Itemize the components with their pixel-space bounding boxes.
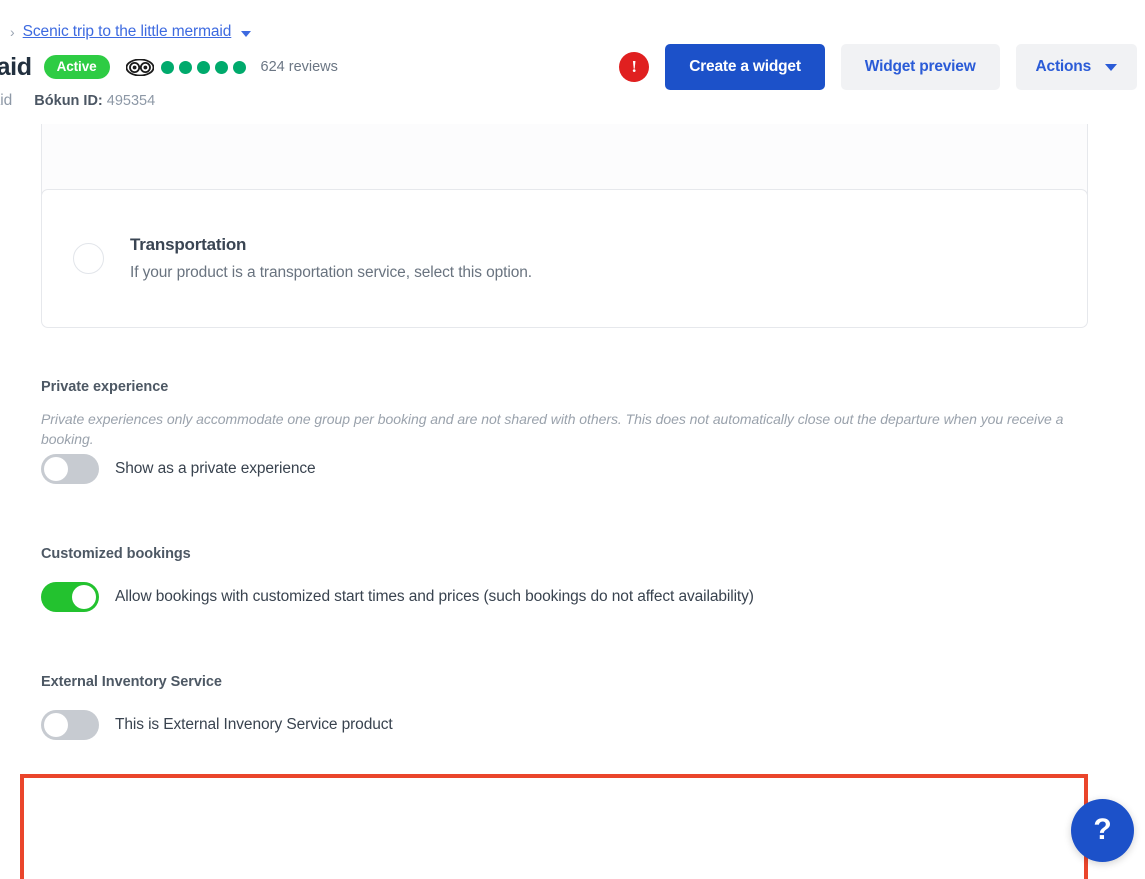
rating-dot <box>232 60 246 74</box>
actions-button[interactable]: Actions <box>1015 44 1137 90</box>
transportation-description: If your product is a transportation serv… <box>130 264 532 281</box>
review-count: 624 reviews <box>260 59 338 75</box>
supplier-name: Mermaid <box>0 92 13 109</box>
rating-dot <box>214 60 228 74</box>
external-inventory-service-label: External Inventory Service <box>41 674 222 690</box>
transportation-title: Transportation <box>130 235 247 254</box>
toggle-knob <box>44 713 68 737</box>
page-title: ermaid <box>0 52 32 81</box>
actions-button-label: Actions <box>1035 58 1092 75</box>
page-header: › Scenic trip to the little mermaid erma… <box>0 0 1145 124</box>
title-row: ermaid Active 624 reviews <box>0 50 338 84</box>
external-inventory-service-toggle-label: This is External Invenory Service produc… <box>115 716 393 733</box>
customized-bookings-label: Customized bookings <box>41 546 191 562</box>
question-mark-icon: ? <box>1093 812 1112 846</box>
rating-dot <box>160 60 174 74</box>
customized-bookings-toggle[interactable] <box>41 582 99 612</box>
breadcrumb-product-link[interactable]: Scenic trip to the little mermaid <box>23 23 232 41</box>
chevron-down-icon <box>1105 63 1117 71</box>
private-experience-toggle[interactable] <box>41 454 99 484</box>
highlight-annotation-box <box>20 774 1088 879</box>
breadcrumb: › Scenic trip to the little mermaid <box>0 20 252 44</box>
transportation-card-text: Transportation If your product is a tran… <box>130 235 532 282</box>
private-experience-toggle-row: Show as a private experience <box>41 454 316 484</box>
bokun-id: Bókun ID: 495354 <box>34 93 155 109</box>
subtitle-row: Mermaid Bókun ID: 495354 <box>0 92 155 114</box>
widget-preview-button[interactable]: Widget preview <box>840 44 1000 90</box>
private-experience-description: Private experiences only accommodate one… <box>41 411 1064 448</box>
rating-dots <box>160 60 246 74</box>
private-experience-toggle-label: Show as a private experience <box>115 460 316 477</box>
create-widget-button[interactable]: Create a widget <box>665 44 825 90</box>
bokun-id-label: Bókun ID: <box>34 93 103 109</box>
toggle-knob <box>72 585 96 609</box>
tripadvisor-owl-icon <box>125 58 154 76</box>
external-inventory-service-toggle[interactable] <box>41 710 99 740</box>
tripadvisor-rating: 624 reviews <box>125 58 338 76</box>
help-button[interactable]: ? <box>1071 799 1134 862</box>
chevron-down-icon[interactable] <box>241 30 252 37</box>
toggle-knob <box>44 457 68 481</box>
chevron-right-icon: › <box>10 24 15 40</box>
external-inventory-service-toggle-row: This is External Invenory Service produc… <box>41 710 393 740</box>
bokun-id-value: 495354 <box>106 93 156 109</box>
customized-bookings-toggle-label: Allow bookings with customized start tim… <box>115 588 754 605</box>
rating-dot <box>196 60 210 74</box>
main-content: Transportation If your product is a tran… <box>0 124 1145 879</box>
customized-bookings-toggle-row: Allow bookings with customized start tim… <box>41 582 754 612</box>
transportation-radio[interactable] <box>73 243 104 274</box>
header-actions: ! Create a widget Widget preview Actions <box>619 44 1137 90</box>
transportation-option-card[interactable]: Transportation If your product is a tran… <box>41 189 1088 328</box>
rating-dot <box>178 60 192 74</box>
exclamation-glyph: ! <box>631 57 638 76</box>
private-experience-label: Private experience <box>41 379 169 395</box>
alert-exclamation-icon[interactable]: ! <box>619 52 650 82</box>
status-badge: Active <box>43 54 110 80</box>
